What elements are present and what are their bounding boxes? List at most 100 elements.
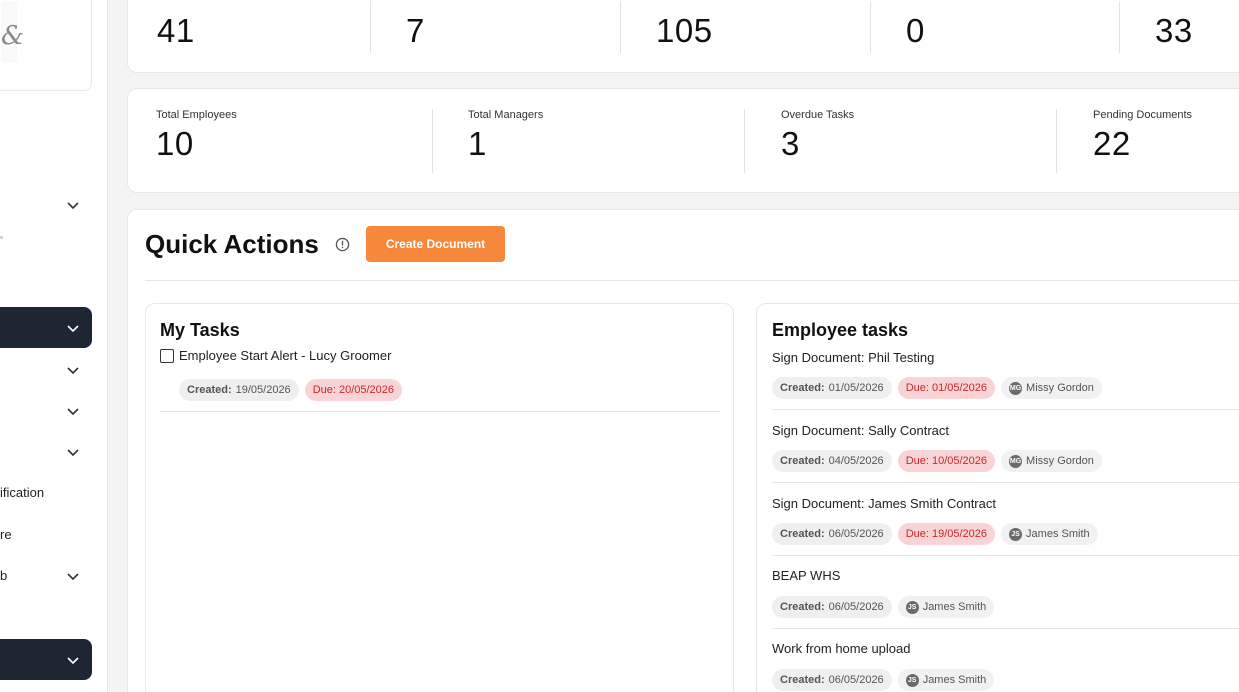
divider	[772, 628, 1239, 629]
logo: &	[1, 1, 24, 63]
avatar: JS	[1009, 527, 1023, 541]
stats-card-top: 41 7 105 0 33	[127, 0, 1239, 73]
divider	[620, 1, 621, 53]
my-tasks-title: My Tasks	[160, 320, 240, 340]
sidebar-item-label: b	[0, 568, 8, 583]
sidebar-item-2[interactable]	[0, 307, 92, 348]
created-label: Created:	[187, 384, 232, 396]
created-label: Created:	[780, 674, 825, 686]
stat-value: 0	[906, 12, 925, 49]
due-chip: Due: 01/05/2026	[897, 377, 996, 399]
stat-label: Total Managers	[468, 109, 544, 121]
stat-value: 3	[781, 125, 800, 162]
stat-value: 105	[656, 12, 713, 49]
assignee-chip: JS James Smith	[897, 596, 995, 618]
sidebar-item-3[interactable]	[0, 349, 92, 390]
created-label: Created:	[780, 455, 825, 467]
stat-overdue-tasks: Overdue Tasks 3	[781, 109, 854, 163]
due-chip: Due: 19/05/2026	[897, 523, 996, 545]
stat-label: Total Employees	[156, 109, 237, 121]
sidebar-marker	[0, 236, 3, 239]
created-chip: Created: 06/05/2026	[772, 596, 892, 618]
chevron-down-icon	[67, 572, 79, 580]
task-item[interactable]: Employee Start Alert - Lucy Groomer	[160, 348, 391, 363]
created-date: 19/05/2026	[235, 384, 291, 396]
assignee-chip: JS James Smith	[1001, 523, 1098, 545]
info-icon[interactable]	[335, 237, 350, 252]
task-meta: Created: 04/05/2026 Due: 10/05/2026 MG Mis…	[772, 450, 1108, 472]
employee-task-name[interactable]: Sign Document: Phil Testing	[772, 350, 934, 365]
sidebar-item-5[interactable]	[0, 431, 92, 472]
divider	[1119, 1, 1120, 53]
divider	[1056, 109, 1057, 173]
created-date: 01/05/2026	[828, 382, 884, 394]
stat-total-managers: Total Managers 1	[468, 109, 543, 163]
divider	[145, 280, 1239, 281]
sidebar-item-1[interactable]	[0, 184, 92, 225]
stat-label: Overdue Tasks	[781, 109, 855, 121]
task-name: Employee Start Alert - Lucy Groomer	[179, 348, 392, 363]
stat-value: 1	[468, 125, 487, 162]
created-chip: Created: 06/05/2026	[772, 669, 892, 691]
stat-2: 7	[406, 12, 425, 50]
chevron-down-icon	[67, 656, 79, 664]
divider	[772, 409, 1239, 410]
chevron-down-icon	[67, 407, 79, 415]
stat-5: 33	[1155, 12, 1193, 50]
avatar: JS	[905, 673, 919, 687]
employee-tasks-panel: Employee tasks Sign Document: Phil Testi…	[756, 303, 1239, 692]
created-chip: Created: 06/05/2026	[772, 523, 892, 545]
stat-pending-documents: Pending Documents 22	[1093, 109, 1192, 163]
divider	[772, 555, 1239, 556]
task-checkbox[interactable]	[160, 348, 174, 363]
created-label: Created:	[780, 601, 825, 613]
assignee-chip: MG Missy Gordon	[1001, 450, 1102, 472]
avatar: MG	[1009, 381, 1023, 395]
due-chip: Due: 10/05/2026	[897, 450, 996, 472]
created-chip: Created: 04/05/2026	[772, 450, 892, 472]
stat-total-employees: Total Employees 10	[156, 109, 237, 163]
my-tasks-panel: My Tasks Employee Start Alert - Lucy Gro…	[145, 303, 734, 692]
stat-value: 41	[157, 12, 195, 49]
sidebar-item-label: re	[0, 527, 12, 542]
due-chip: Due: 20/05/2026	[304, 379, 403, 401]
assignee-name: James Smith	[1026, 528, 1090, 540]
employee-task-name[interactable]: Sign Document: James Smith Contract	[772, 496, 996, 511]
sidebar-item-4[interactable]	[0, 390, 92, 431]
created-date: 06/05/2026	[828, 674, 884, 686]
task-meta: Created: 01/05/2026 Due: 01/05/2026 MG Mis…	[772, 377, 1108, 399]
divider	[772, 482, 1239, 483]
sidebar-item-6[interactable]: re	[0, 514, 92, 555]
created-chip: Created: 19/05/2026	[179, 379, 299, 401]
sidebar-item-7[interactable]: b	[0, 555, 92, 596]
employee-task-name[interactable]: BEAP WHS	[772, 568, 840, 583]
create-document-button[interactable]: Create Document	[366, 226, 505, 262]
sidebar: & ification re b	[0, 0, 108, 692]
divider	[370, 1, 371, 53]
stat-label: Pending Documents	[1093, 109, 1193, 121]
quick-actions-card: Quick Actions Create Document My Tasks E…	[127, 209, 1239, 692]
employee-task-name[interactable]: Work from home upload	[772, 641, 911, 656]
assignee-chip: JS James Smith	[897, 669, 995, 691]
avatar: MG	[1009, 454, 1023, 468]
divider	[432, 109, 433, 173]
chevron-down-icon	[67, 366, 79, 374]
task-meta: Created: 06/05/2026 Due: 19/05/2026 JS Jam…	[772, 523, 1104, 545]
sidebar-item-notification[interactable]: ification	[0, 472, 92, 513]
chevron-down-icon	[67, 201, 79, 209]
sidebar-item-label: ification	[0, 485, 45, 500]
stat-3: 105	[656, 12, 713, 50]
created-date: 04/05/2026	[828, 455, 884, 467]
created-chip: Created: 01/05/2026	[772, 377, 892, 399]
assignee-name: Missy Gordon	[1026, 382, 1094, 394]
sidebar-item-8[interactable]	[0, 639, 92, 680]
chevron-down-icon	[67, 324, 79, 332]
task-meta: Created: 19/05/2026 Due: 20/05/2026	[179, 379, 408, 401]
assignee-name: Missy Gordon	[1026, 455, 1094, 467]
logo-card: &	[0, 0, 92, 91]
quick-actions-title: Quick Actions	[145, 229, 319, 259]
employee-task-name[interactable]: Sign Document: Sally Contract	[772, 423, 949, 438]
logo-icon: &	[1, 21, 25, 51]
task-meta: Created: 06/05/2026 JS James Smith	[772, 596, 1000, 618]
stat-4: 0	[906, 12, 925, 50]
